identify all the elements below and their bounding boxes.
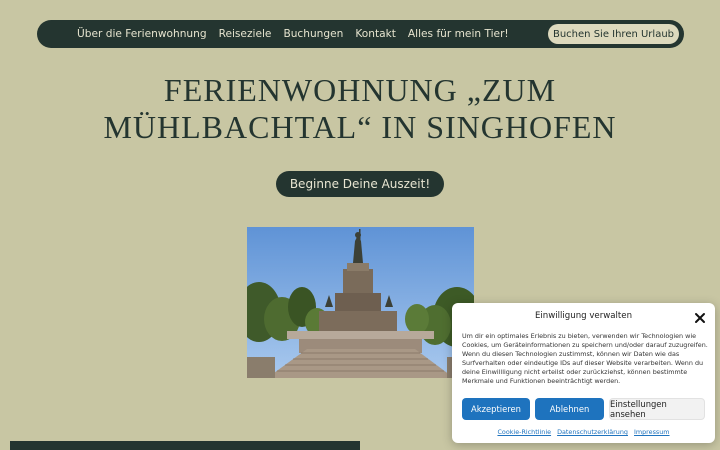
cookie-dialog-text: Um dir ein optimales Erlebnis zu bieten,… (462, 332, 708, 386)
privacy-policy-link[interactable]: Datenschutzerklärung (557, 428, 628, 436)
nav-menu: Über die Ferienwohnung Reiseziele Buchun… (77, 20, 521, 48)
page-title-line-2: MÜHLBACHTAL“ IN SINGHOFEN (103, 109, 617, 145)
page-title: FERIENWOHNUNG „ZUM MÜHLBACHTAL“ IN SINGH… (60, 72, 660, 146)
footer-bar (10, 441, 360, 450)
deny-cookies-button[interactable]: Ablehnen (535, 398, 604, 420)
cookie-dialog-title: Einwilligung verwalten (534, 311, 633, 321)
nav-item-buchungen[interactable]: Buchungen (283, 28, 343, 40)
accept-cookies-button[interactable]: Akzeptieren (462, 398, 530, 420)
close-icon[interactable] (694, 309, 706, 323)
main-navigation: Über die Ferienwohnung Reiseziele Buchun… (37, 20, 684, 48)
monument-photo (247, 227, 474, 378)
nav-item-alles-fuer-mein-tier[interactable]: Alles für mein Tier! (408, 28, 509, 40)
nav-item-kontakt[interactable]: Kontakt (355, 28, 396, 40)
cookie-consent-dialog: Einwilligung verwalten Um dir ein optima… (452, 303, 715, 443)
cookie-dialog-links: Cookie-Richtlinie Datenschutzerklärung I… (452, 428, 715, 436)
imprint-link[interactable]: Impressum (634, 428, 670, 436)
cookie-policy-link[interactable]: Cookie-Richtlinie (497, 428, 551, 436)
monument-illustration (247, 227, 474, 378)
nav-item-ueber-die-ferienwohnung[interactable]: Über die Ferienwohnung (77, 28, 207, 40)
start-getaway-button[interactable]: Beginne Deine Auszeit! (276, 171, 444, 197)
cookie-settings-button[interactable]: Einstellungen ansehen (609, 398, 705, 420)
book-vacation-button[interactable]: Buchen Sie Ihren Urlaub (548, 24, 679, 44)
nav-item-reiseziele[interactable]: Reiseziele (219, 28, 272, 40)
page-title-line-1: FERIENWOHNUNG „ZUM (163, 72, 557, 108)
